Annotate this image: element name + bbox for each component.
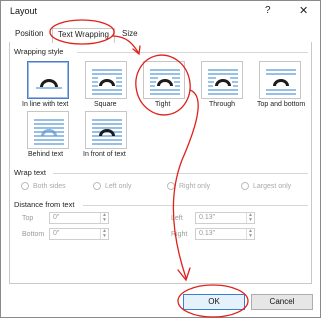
square-wrap-icon [92,69,122,95]
title-bar: Layout ? ✕ [1,1,320,23]
radio-circle [167,182,175,190]
radio-circle [241,182,249,190]
bottom-spinner[interactable]: 0" ▲ ▼ [49,228,109,240]
wrap-label-behind-text: Behind text [28,151,64,158]
wrap-label-in-front-text: In front of text [83,151,126,158]
wrap-label-through: Through [209,101,236,108]
spinner-arrows[interactable]: ▲ ▼ [246,213,254,223]
radio-label: Largest only [253,182,292,190]
radio-right-only[interactable]: Right only [167,182,210,190]
help-button[interactable]: ? [265,5,271,16]
wrap-label-square: Square [94,101,117,108]
wrap-option-tight[interactable] [143,61,185,99]
spinner-value: 0.13" [199,230,216,237]
top-bottom-wrap-icon [266,69,296,95]
spinner-value: 0" [53,230,60,237]
section-divider [77,52,308,53]
wrap-option-in-front-text[interactable] [85,111,127,149]
wrapping-style-heading: Wrapping style [14,47,64,56]
cancel-button[interactable]: Cancel [251,294,313,310]
wrap-label-top-bottom: Top and bottom [257,101,306,108]
bottom-label: Bottom [22,231,45,238]
radio-left-only[interactable]: Left only [93,182,131,190]
left-spinner[interactable]: 0.13" ▲ ▼ [195,212,255,224]
spinner-arrows[interactable]: ▲ ▼ [100,229,108,239]
radio-circle [21,182,29,190]
top-spinner[interactable]: 0" ▲ ▼ [49,212,109,224]
spinner-arrows[interactable]: ▲ ▼ [100,213,108,223]
distance-heading: Distance from text [14,200,75,209]
spinner-value: 0.13" [199,214,216,221]
right-label: Right [171,231,188,238]
wrap-text-heading: Wrap text [14,168,46,177]
spinner-value: 0" [53,214,60,221]
radio-circle [93,182,101,190]
tight-wrap-icon [150,69,180,95]
radio-largest-only[interactable]: Largest only [241,182,291,190]
tab-size[interactable]: Size [117,28,143,42]
behind-text-icon [34,119,64,145]
layout-dialog: Layout ? ✕ Position Text Wrapping Size W… [0,0,321,318]
close-button[interactable]: ✕ [299,4,308,17]
inline-wrap-icon [36,79,62,89]
wrap-option-top-bottom[interactable] [259,61,301,99]
wrap-option-inline[interactable] [27,61,69,99]
wrap-option-through[interactable] [201,61,243,99]
ok-button[interactable]: OK [183,294,245,310]
tab-text-wrapping[interactable]: Text Wrapping [52,28,115,43]
radio-both-sides[interactable]: Both sides [21,182,66,190]
in-front-text-icon [92,119,122,145]
left-label: Left [171,215,183,222]
radio-label: Right only [179,182,211,190]
right-spinner[interactable]: 0.13" ▲ ▼ [195,228,255,240]
dialog-title: Layout [10,6,38,16]
wrap-label-inline: In line with text [22,101,69,108]
section-divider [83,205,308,206]
radio-label: Both sides [33,182,66,190]
wrap-option-behind-text[interactable] [27,111,69,149]
through-wrap-icon [208,69,238,95]
wrap-label-tight: Tight [155,101,171,108]
wrap-option-square[interactable] [85,61,127,99]
spinner-arrows[interactable]: ▲ ▼ [246,229,254,239]
top-label: Top [22,215,34,222]
tab-position[interactable]: Position [10,28,48,42]
section-divider [53,173,308,174]
radio-label: Left only [105,182,132,190]
